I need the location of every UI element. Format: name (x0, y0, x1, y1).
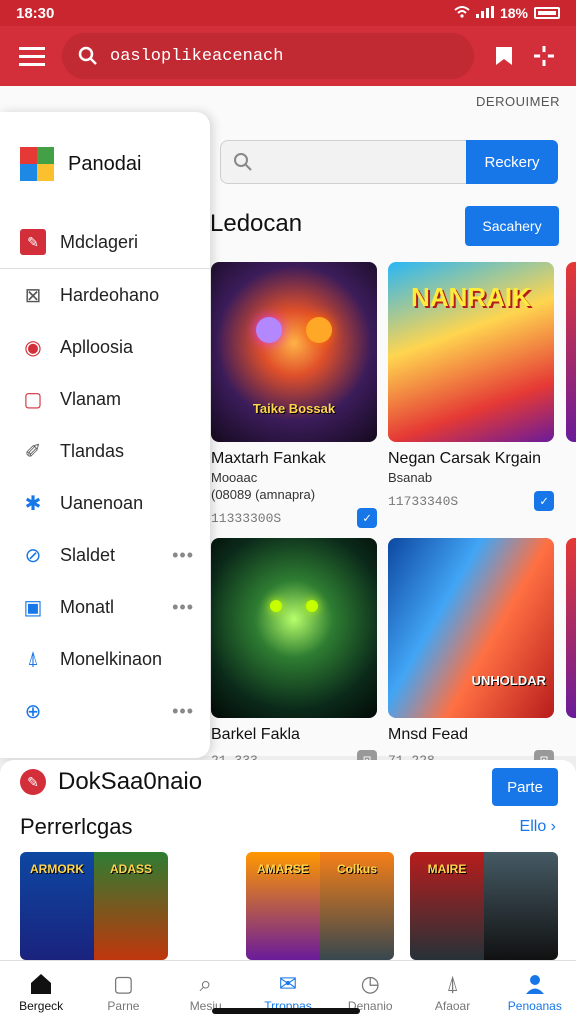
pencil-icon: ✐ (24, 440, 42, 463)
more-icon[interactable]: ••• (172, 597, 194, 618)
share-button[interactable] (524, 36, 564, 76)
frame-icon: ▢ (113, 970, 134, 996)
frame-icon: ▣ (23, 596, 43, 619)
search-icon: ⊕ (24, 700, 42, 723)
check-icon[interactable]: ✓ (357, 508, 377, 528)
bookmark-icon: ▢ (23, 388, 43, 411)
drawer-item-slaldet[interactable]: ⊘ Slaldet ••• (0, 529, 210, 581)
search-icon (234, 153, 252, 171)
search-icon (78, 46, 97, 65)
drawer-item-mdclageri[interactable]: ✎ Mdclageri (0, 216, 210, 268)
see-all-link[interactable]: Ello › (520, 818, 556, 836)
bundle-thumbnail[interactable]: ARMORK ADASS (20, 852, 168, 960)
subheader: DEROUIMER (476, 94, 560, 109)
drawer-item-vlanam[interactable]: ▢ Vlanam (0, 373, 210, 425)
drawer-item-hardeohano[interactable]: ⊠ Hardeohano (0, 269, 210, 321)
person-icon (525, 974, 544, 994)
wifi-icon (454, 5, 470, 21)
nav-item-alerts[interactable]: ⍋ Afaoar (411, 961, 493, 1024)
bell-icon: ⍋ (445, 970, 460, 996)
game-title: Negan Carsak Krgain (388, 450, 541, 467)
record-icon: ◉ (24, 336, 42, 359)
clock-icon: ◷ (360, 970, 380, 996)
section-heading: DokSaa0naio (58, 768, 203, 795)
drawer-item-monelkinaon[interactable]: ⍋ Monelkinaon (0, 633, 210, 685)
bundle-thumbnail[interactable]: AMARSE Colkus (246, 852, 394, 960)
navigation-drawer: Panodai ✎ Mdclageri ⊠ Hardeohano ◉ Apllo… (0, 112, 210, 758)
bell-icon: ⍋ (27, 647, 39, 670)
search-bar[interactable]: oasloplikeacenach (62, 33, 474, 79)
game-meta: (08089 (amnapra) (211, 487, 316, 502)
battery-icon (534, 7, 560, 19)
bookmark-button[interactable] (484, 36, 524, 76)
game-title: Maxtarh Fankak (211, 450, 326, 467)
section-button[interactable]: Sacahery (465, 206, 559, 246)
map-icon: ⊠ (24, 284, 42, 307)
tag-icon: ✎ (20, 229, 46, 255)
battery-percent: 18% (499, 5, 528, 21)
bundle-thumbnail[interactable]: MAIRE (410, 852, 558, 960)
next-card-peek[interactable] (566, 538, 576, 718)
home-indicator (212, 1008, 360, 1014)
section-subtitle: Perrerlcgas (20, 814, 133, 839)
share-icon (534, 46, 554, 66)
app-logo-icon (20, 147, 54, 181)
search-icon: ⌕ (199, 970, 212, 996)
nav-item-search[interactable]: ⌕ Mesiu (165, 961, 247, 1024)
app-bar: oasloplikeacenach (0, 26, 576, 86)
game-title: Barkel Fakla (211, 726, 300, 743)
bottom-navigation: Bergeck ▢ Parne ⌕ Mesiu ✉ Trroppas ◷ Den… (0, 960, 576, 1024)
brush-icon: ⊘ (24, 544, 42, 567)
drawer-item-monatl[interactable]: ▣ Monatl ••• (0, 581, 210, 633)
game-card[interactable]: NANRAIK Negan Carsak Krgain Bsanab 11733… (388, 262, 554, 511)
game-card[interactable]: Taike Bossak Maxtarh Fankak Mooaac (0808… (211, 262, 377, 528)
nav-item-profile[interactable]: Penoanas (494, 961, 576, 1024)
drawer-item-aplloosia[interactable]: ◉ Aplloosia (0, 321, 210, 373)
drawer-title: Panodai (68, 152, 142, 175)
game-cover (211, 538, 377, 718)
status-bar: 18:30 18% (0, 0, 576, 26)
signal-icon (475, 5, 494, 21)
more-icon[interactable]: ••• (172, 545, 194, 566)
game-card[interactable]: Barkel Fakla 21.333 ⊡ (211, 538, 377, 770)
nav-item-parne[interactable]: ▢ Parne (82, 961, 164, 1024)
game-cover: UNHOLDAR (388, 538, 554, 718)
nav-item-mail[interactable]: ✉ Trroppas (247, 961, 329, 1024)
mail-icon: ✉ (278, 970, 298, 996)
drawer-item-uanenoan[interactable]: ✱ Uanenoan (0, 477, 210, 529)
content-search-button[interactable]: Reckery (466, 140, 558, 184)
drawer-item-tlandas[interactable]: ✐ Tlandas (0, 425, 210, 477)
game-cover: Taike Bossak (211, 262, 377, 442)
nav-item-home[interactable]: Bergeck (0, 961, 82, 1024)
bookmark-icon (496, 47, 512, 65)
content-search: Reckery (220, 140, 558, 184)
game-title: Mnsd Fead (388, 726, 469, 743)
star-icon: ✱ (24, 492, 42, 515)
section-title: Ledocan (210, 210, 303, 237)
content-search-input[interactable] (220, 140, 466, 184)
more-icon[interactable]: ••• (172, 701, 194, 722)
menu-button[interactable] (12, 36, 52, 76)
game-cover: NANRAIK (388, 262, 554, 442)
brand-icon: ✎ (20, 769, 46, 795)
drawer-item-search[interactable]: ⊕ ••• (0, 685, 210, 737)
nav-item-clock[interactable]: ◷ Denanio (329, 961, 411, 1024)
search-text: oasloplikeacenach (110, 46, 284, 66)
status-time: 18:30 (16, 4, 55, 22)
check-icon[interactable]: ✓ (534, 491, 554, 511)
drawer-header: Panodai (0, 112, 210, 216)
game-count: 11333300S (211, 510, 282, 526)
next-card-peek[interactable] (566, 262, 576, 442)
game-subtitle: Mooaac (211, 470, 258, 485)
section-action-button[interactable]: Parte (492, 768, 558, 806)
hamburger-icon (19, 47, 45, 66)
game-count: 11733340S (388, 493, 459, 509)
game-card[interactable]: UNHOLDAR Mnsd Fead 71.228 ⊡ (388, 538, 554, 770)
game-subtitle: Bsanab (388, 470, 433, 485)
recommended-section: ✎ DokSaa0naio Parte Perrerlcgas Ello › A… (0, 760, 576, 960)
home-icon (31, 973, 52, 994)
